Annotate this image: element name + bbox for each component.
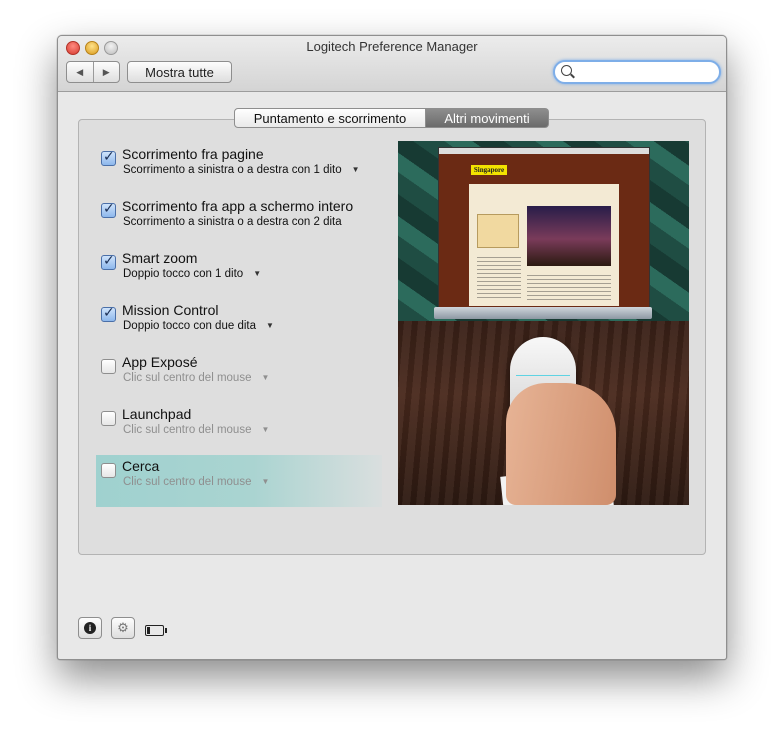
option-title: Cerca [122,458,160,474]
checkbox[interactable] [101,359,116,374]
title-bar: Logitech Preference Manager ◀ ▶ Mostra t… [58,36,726,92]
back-forward-control: ◀ ▶ [66,61,120,83]
preview-text-block [477,254,521,299]
preview-text-block [527,272,611,300]
option-subtitle: Doppio tocco con due dita [123,320,256,332]
option-mission-control[interactable]: Mission Control Doppio tocco con due dit… [96,299,382,351]
preview-site-logo: Singapore [471,165,507,175]
preview-map [477,214,519,248]
option-subtitle-menu[interactable]: Clic sul centro del mouse ▼ [123,476,269,488]
chevron-down-icon: ▼ [265,321,274,330]
option-subtitle: Clic sul centro del mouse [123,476,252,488]
option-search[interactable]: Cerca Clic sul centro del mouse ▼ [96,455,382,507]
settings-button[interactable]: ⚙ [111,617,135,639]
battery-low-icon [145,625,167,636]
search-icon [561,65,572,76]
option-subtitle-menu[interactable]: Scorrimento a sinistra o a destra con 1 … [123,164,360,176]
option-swipe-fullscreen-apps[interactable]: Scorrimento fra app a schermo intero Sco… [96,195,382,247]
checkbox[interactable] [101,463,116,478]
option-title: Scorrimento fra app a schermo intero [122,198,354,214]
window-title: Logitech Preference Manager [306,39,478,54]
tab-bar: Puntamento e scorrimento Altri movimenti [234,108,549,128]
preview-screen: Singapore [398,141,689,321]
search-input[interactable] [553,60,721,84]
option-swipe-pages[interactable]: Scorrimento fra pagine Scorrimento a sin… [96,143,382,195]
option-title: Smart zoom [122,250,198,266]
option-subtitle-menu[interactable]: Doppio tocco con 1 dito ▼ [123,268,261,280]
option-subtitle: Doppio tocco con 1 dito [123,268,244,280]
gesture-preview-image: Singapore [398,141,689,505]
forward-arrow-icon[interactable]: ▶ [94,62,120,82]
info-button[interactable]: i [78,617,102,639]
preview-browser-window: Singapore [438,147,650,311]
chevron-down-icon: ▼ [351,165,360,174]
option-subtitle-menu[interactable]: Clic sul centro del mouse ▼ [123,372,269,384]
option-launchpad[interactable]: Launchpad Clic sul centro del mouse ▼ [96,403,382,455]
option-smart-zoom[interactable]: Smart zoom Doppio tocco con 1 dito ▼ [96,247,382,299]
info-icon: i [84,622,96,634]
chevron-down-icon: ▼ [261,477,270,486]
preview-page [469,184,619,306]
option-app-expose[interactable]: App Exposé Clic sul centro del mouse ▼ [96,351,382,403]
checkbox[interactable] [101,149,116,166]
checkbox[interactable] [101,411,116,426]
option-subtitle-menu[interactable]: Doppio tocco con due dita ▼ [123,320,274,332]
option-subtitle: Clic sul centro del mouse [123,424,252,436]
preview-browser-toolbar [439,148,649,154]
option-subtitle: Scorrimento a sinistra o a destra con 1 … [123,164,342,176]
preference-window: Logitech Preference Manager ◀ ▶ Mostra t… [57,35,727,660]
option-title: App Exposé [122,354,198,370]
chevron-down-icon: ▼ [261,425,270,434]
tab-more-gestures[interactable]: Altri movimenti [426,108,549,128]
option-title: Scorrimento fra pagine [122,146,264,162]
show-all-button[interactable]: Mostra tutte [127,61,232,83]
gear-icon: ⚙ [117,620,129,636]
back-arrow-icon[interactable]: ◀ [67,62,94,82]
chevron-down-icon: ▼ [253,269,262,278]
option-title: Mission Control [122,302,219,318]
checkbox[interactable] [101,201,116,218]
checkbox[interactable] [101,253,116,270]
preview-mouse-gesture [398,321,689,505]
option-subtitle-menu[interactable]: Clic sul centro del mouse ▼ [123,424,269,436]
chevron-down-icon: ▼ [261,373,270,382]
tab-pointing-scrolling[interactable]: Puntamento e scorrimento [234,108,426,128]
option-title: Launchpad [122,406,192,422]
option-subtitle: Scorrimento a sinistra o a destra con 2 … [123,216,342,228]
preview-dock [434,307,652,319]
preview-photo [527,206,611,266]
option-subtitle: Clic sul centro del mouse [123,372,252,384]
checkbox[interactable] [101,305,116,322]
preview-hand [506,383,616,505]
